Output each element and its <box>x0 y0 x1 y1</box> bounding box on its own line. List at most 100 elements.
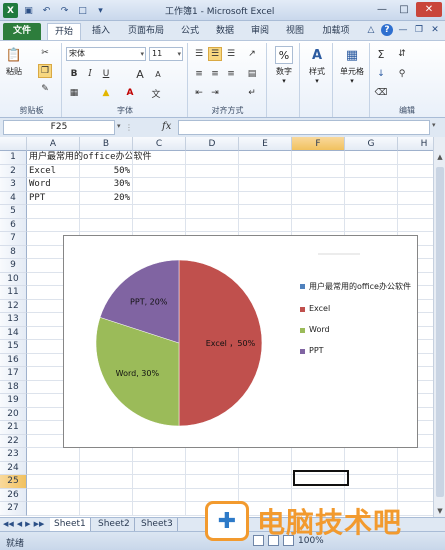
cell-D5[interactable] <box>186 205 239 219</box>
cell-D3[interactable] <box>186 178 239 192</box>
underline-button[interactable]: U <box>99 67 113 81</box>
redo-icon[interactable]: ↷ <box>57 3 72 18</box>
column-header[interactable]: G <box>345 137 398 151</box>
row-header[interactable]: 9 <box>0 259 27 273</box>
prev-sheet-icon[interactable]: ◀ <box>17 520 22 528</box>
save-icon[interactable]: ▣ <box>21 3 36 18</box>
scroll-up-icon[interactable]: ▲ <box>434 151 445 163</box>
cell-B23[interactable] <box>80 448 133 462</box>
decrease-indent-icon[interactable]: ⇤ <box>192 86 206 100</box>
row-header[interactable]: 25 <box>0 475 27 489</box>
cell-E4[interactable] <box>239 191 292 205</box>
maximize-icon[interactable]: □ <box>394 2 414 17</box>
cell-D23[interactable] <box>186 448 239 462</box>
cell-B27[interactable] <box>80 502 133 516</box>
align-bottom-icon[interactable]: ☰ <box>224 47 238 61</box>
italic-button[interactable]: I <box>83 67 97 81</box>
fill-icon[interactable]: ↓ <box>374 67 388 81</box>
cell-F3[interactable] <box>292 178 345 192</box>
column-header[interactable]: B <box>80 137 133 151</box>
orientation-icon[interactable]: ↗ <box>245 47 259 61</box>
cell-B4[interactable]: 20% <box>80 191 133 205</box>
minimize-icon[interactable]: — <box>372 2 392 17</box>
cell-A6[interactable] <box>27 218 80 232</box>
chevron-down-icon[interactable]: ▾ <box>117 122 121 130</box>
clear-icon[interactable]: ⌫ <box>374 86 388 100</box>
bold-button[interactable]: B <box>67 67 81 81</box>
cell-G23[interactable] <box>345 448 398 462</box>
cell-F5[interactable] <box>292 205 345 219</box>
cell-E5[interactable] <box>239 205 292 219</box>
column-header[interactable]: A <box>27 137 80 151</box>
column-header-active[interactable]: F <box>292 137 345 151</box>
cell-B2[interactable]: 50% <box>80 164 133 178</box>
column-header[interactable]: D <box>186 137 239 151</box>
cell-A23[interactable] <box>27 448 80 462</box>
tab-insert[interactable]: 插入 <box>85 23 117 40</box>
cell-B24[interactable] <box>80 461 133 475</box>
excel-icon[interactable]: X <box>3 3 18 18</box>
font-color-icon[interactable]: A <box>123 86 137 100</box>
cell-C6[interactable] <box>133 218 186 232</box>
row-header[interactable]: 6 <box>0 218 27 232</box>
cell-F23[interactable] <box>292 448 345 462</box>
cell-D24[interactable] <box>186 461 239 475</box>
row-header[interactable]: 21 <box>0 421 27 435</box>
row-header[interactable]: 2 <box>0 164 27 178</box>
tab-data[interactable]: 数据 <box>211 23 239 40</box>
next-sheet-icon[interactable]: ▶ <box>25 520 30 528</box>
cell-B5[interactable] <box>80 205 133 219</box>
cell-A5[interactable] <box>27 205 80 219</box>
legend-item[interactable]: 用户最常用的office办公软件 <box>300 281 415 292</box>
row-header[interactable]: 26 <box>0 488 27 502</box>
sort-filter-icon[interactable]: ⇵ <box>395 47 409 61</box>
row-header[interactable]: 19 <box>0 394 27 408</box>
cell-G1[interactable] <box>345 151 398 165</box>
name-box[interactable]: F25 <box>3 120 115 135</box>
align-left-icon[interactable]: ≡ <box>192 67 206 81</box>
cell-C25[interactable] <box>133 475 186 489</box>
cell-A1[interactable]: 用户最常用的office办公软件 <box>27 151 152 165</box>
scroll-thumb[interactable] <box>436 167 444 497</box>
row-header[interactable]: 1 <box>0 151 27 165</box>
cell-C27[interactable] <box>133 502 186 516</box>
row-header[interactable]: 27 <box>0 502 27 516</box>
close-icon[interactable]: ✕ <box>416 2 442 17</box>
legend-item[interactable]: Excel <box>300 304 415 313</box>
font-size-select[interactable]: 11 ▾ <box>149 47 183 61</box>
cell-C26[interactable] <box>133 488 186 502</box>
sheet-tab-sheet2[interactable]: Sheet2 <box>94 518 135 531</box>
workbook-minimize-icon[interactable]: — <box>397 24 409 36</box>
row-header[interactable]: 11 <box>0 286 27 300</box>
row-header[interactable]: 10 <box>0 272 27 286</box>
cell-B1[interactable] <box>80 151 133 165</box>
cell-D6[interactable] <box>186 218 239 232</box>
align-center-icon[interactable]: ≡ <box>208 67 222 81</box>
expand-formula-icon[interactable]: ▾ <box>432 121 436 129</box>
row-header[interactable]: 15 <box>0 340 27 354</box>
cell-E25[interactable] <box>239 475 292 489</box>
cell-F1[interactable] <box>292 151 345 165</box>
row-header[interactable]: 23 <box>0 448 27 462</box>
cell-B25[interactable] <box>80 475 133 489</box>
tab-review[interactable]: 审阅 <box>246 23 274 40</box>
cell-F6[interactable] <box>292 218 345 232</box>
row-header[interactable]: 8 <box>0 245 27 259</box>
row-header[interactable]: 5 <box>0 205 27 219</box>
cell-G24[interactable] <box>345 461 398 475</box>
cell-A2[interactable]: Excel <box>27 164 80 178</box>
cell-F4[interactable] <box>292 191 345 205</box>
border-icon[interactable]: ▦ <box>67 86 81 100</box>
shrink-font-button[interactable]: A <box>151 67 165 81</box>
column-header[interactable]: E <box>239 137 292 151</box>
row-header[interactable]: 18 <box>0 380 27 394</box>
cell-G2[interactable] <box>345 164 398 178</box>
formula-input[interactable] <box>178 120 430 135</box>
tab-home[interactable]: 开始 <box>47 23 81 40</box>
cell-C24[interactable] <box>133 461 186 475</box>
tab-view[interactable]: 视图 <box>281 23 309 40</box>
cell-D2[interactable] <box>186 164 239 178</box>
row-header[interactable]: 22 <box>0 434 27 448</box>
new-icon[interactable]: □ <box>75 3 90 18</box>
row-header[interactable]: 13 <box>0 313 27 327</box>
